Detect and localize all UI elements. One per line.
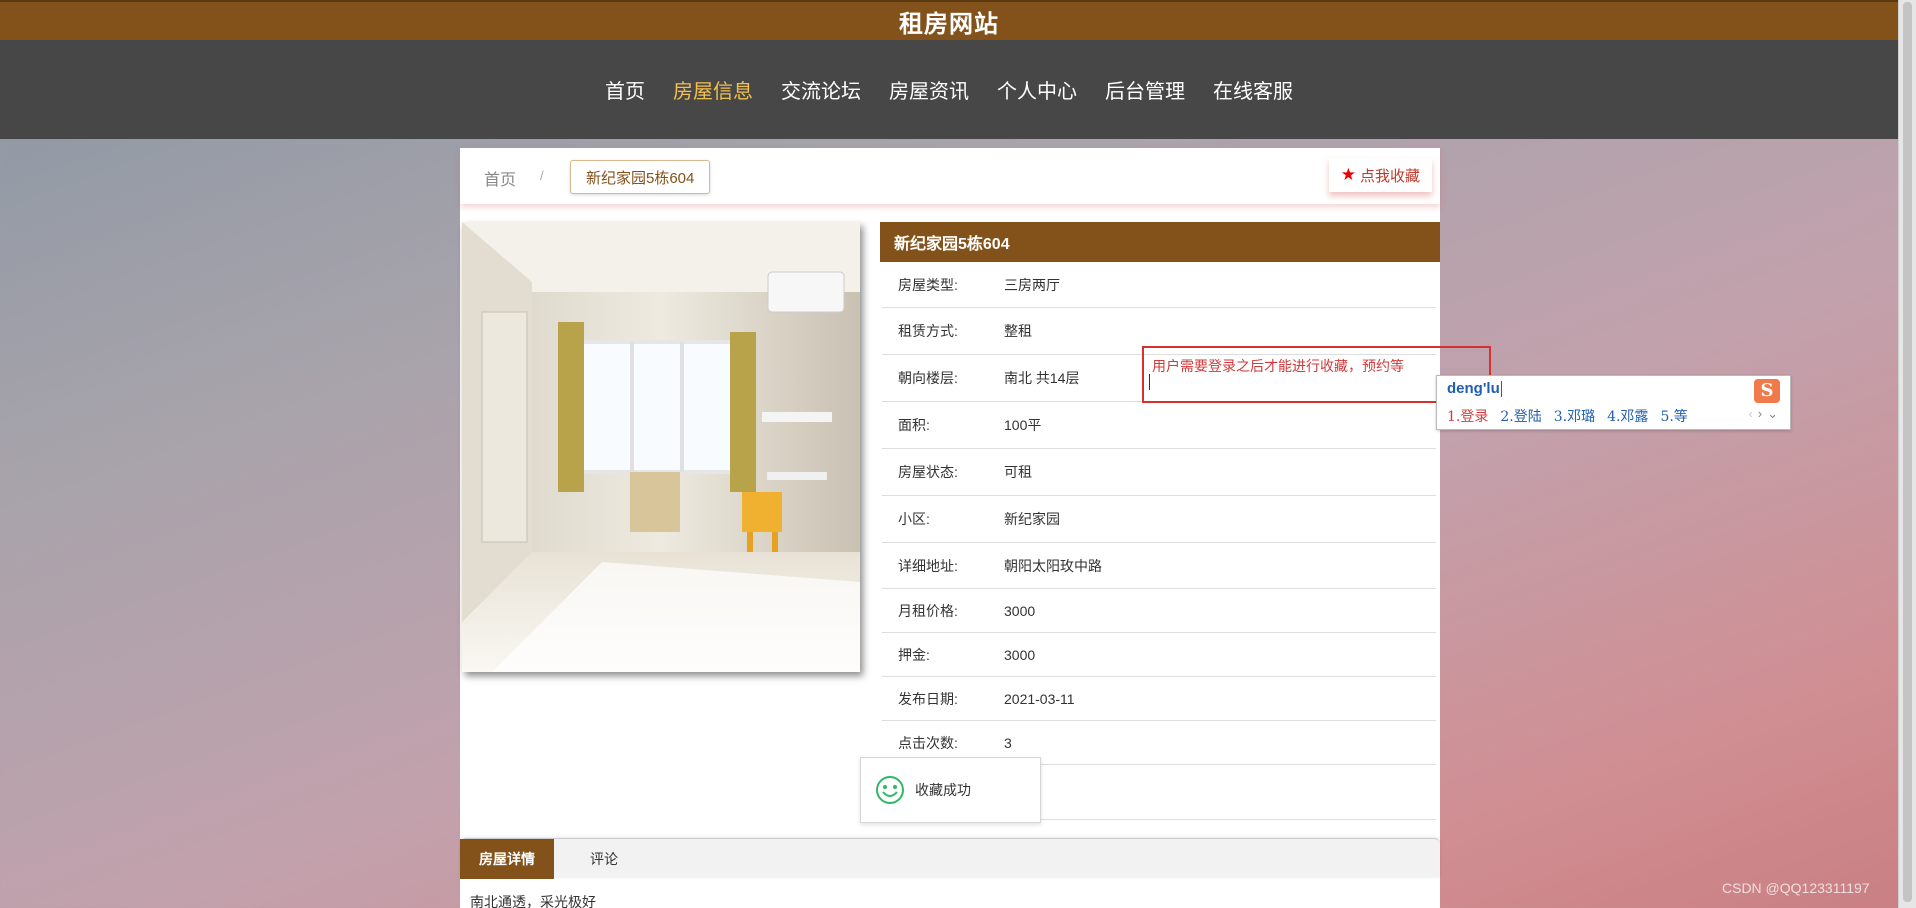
info-value: 三房两厅 <box>1004 276 1060 293</box>
breadcrumb-home[interactable]: 首页 <box>484 166 516 190</box>
info-row-area: 面积: 100平 <box>882 402 1436 449</box>
tab-comments[interactable]: 评论 <box>554 839 654 879</box>
info-value: 新纪家园 <box>1004 511 1060 527</box>
ime-candidate[interactable]: 1.登录 <box>1447 406 1488 426</box>
info-value: 3000 <box>1004 646 1036 663</box>
ime-pinyin-text: deng'lu <box>1447 380 1500 397</box>
ime-page-nav: ‹ › ⌄ <box>1748 406 1778 422</box>
info-row-status: 房屋状态: 可租 <box>882 449 1436 496</box>
breadcrumb-separator: / <box>540 168 544 183</box>
success-toast: 收藏成功 <box>860 757 1041 823</box>
info-label: 点击次数: <box>898 734 958 751</box>
info-label: 押金: <box>898 646 930 663</box>
ime-candidate[interactable]: 3.邓璐 <box>1554 406 1595 426</box>
sogou-logo-icon: S <box>1754 379 1780 403</box>
chevron-down-icon[interactable]: ⌄ <box>1767 406 1778 422</box>
text-caret <box>1149 374 1150 390</box>
ime-caret <box>1500 381 1502 398</box>
smile-icon <box>876 776 904 804</box>
info-row-publish-date: 发布日期: 2021-03-11 <box>882 677 1436 721</box>
site-title: 租房网站 <box>899 10 999 38</box>
nav-personal-center[interactable]: 个人中心 <box>983 75 1091 104</box>
breadcrumb-current: 新纪家园5栋604 <box>570 160 711 194</box>
chevron-left-icon[interactable]: ‹ <box>1748 406 1752 422</box>
star-icon: ★ <box>1340 165 1356 184</box>
nav-news[interactable]: 房屋资讯 <box>875 75 983 104</box>
breadcrumb: 首页 / 新纪家园5栋604 ★ 点我收藏 <box>460 148 1440 204</box>
nav-house-info[interactable]: 房屋信息 <box>659 75 767 104</box>
main-nav: 首页 房屋信息 交流论坛 房屋资讯 个人中心 后台管理 在线客服 <box>0 40 1898 139</box>
info-value: 100平 <box>1004 417 1042 433</box>
info-label: 详细地址: <box>898 557 958 574</box>
favorite-button[interactable]: ★ 点我收藏 <box>1328 158 1432 192</box>
info-label: 朝向楼层: <box>898 370 958 386</box>
info-label: 面积: <box>898 417 930 433</box>
nav-forum[interactable]: 交流论坛 <box>767 75 875 104</box>
tab-house-detail[interactable]: 房屋详情 <box>460 839 554 879</box>
ime-pinyin-input: deng'lu <box>1447 380 1502 398</box>
ime-candidate[interactable]: 5.等 <box>1660 406 1687 426</box>
nav-online-service[interactable]: 在线客服 <box>1199 75 1307 104</box>
scrollbar-thumb[interactable] <box>1903 2 1912 902</box>
info-label: 小区: <box>898 511 930 527</box>
info-label: 发布日期: <box>898 690 958 707</box>
info-row-address: 详细地址: 朝阳太阳玫中路 <box>882 543 1436 589</box>
toast-message: 收藏成功 <box>915 782 971 798</box>
info-label: 租赁方式: <box>898 323 958 339</box>
info-value: 3000 <box>1004 602 1036 619</box>
watermark: CSDN @QQ123311197 <box>1722 880 1870 896</box>
info-row-deposit: 押金: 3000 <box>882 633 1436 677</box>
detail-tabs: 房屋详情 评论 <box>460 838 1440 879</box>
house-detail-text: 南北通透，采光极好 <box>470 894 596 908</box>
chevron-right-icon[interactable]: › <box>1758 406 1762 422</box>
annotation-text: 用户需要登录之后才能进行收藏，预约等 <box>1152 358 1404 374</box>
info-value: 整租 <box>1004 323 1032 339</box>
nav-admin[interactable]: 后台管理 <box>1091 75 1199 104</box>
page-scrollbar[interactable] <box>1898 0 1916 908</box>
info-row-monthly-rent: 月租价格: 3000 <box>882 589 1436 633</box>
ime-candidate[interactable]: 4.邓露 <box>1607 406 1648 426</box>
info-label: 月租价格: <box>898 602 958 619</box>
info-row-type: 房屋类型: 三房两厅 <box>882 262 1436 308</box>
ime-candidates: 1.登录 2.登陆 3.邓璐 4.邓露 5.等 <box>1447 406 1688 426</box>
info-value: 可租 <box>1004 464 1032 480</box>
info-value: 朝阳太阳玫中路 <box>1004 557 1102 574</box>
site-header: 租房网站 <box>0 0 1898 40</box>
ime-candidate[interactable]: 2.登陆 <box>1500 406 1541 426</box>
house-title: 新纪家园5栋604 <box>880 222 1440 262</box>
nav-home[interactable]: 首页 <box>591 75 659 104</box>
info-value: 3 <box>1004 734 1012 751</box>
info-label: 房屋类型: <box>898 276 958 293</box>
house-photo <box>462 222 860 672</box>
room-photo-illustration <box>462 222 860 672</box>
favorite-button-label: 点我收藏 <box>1359 167 1420 185</box>
info-row-community: 小区: 新纪家园 <box>882 496 1436 543</box>
info-value: 2021-03-11 <box>1004 690 1075 707</box>
ime-candidate-window: deng'lu S 1.登录 2.登陆 3.邓璐 4.邓露 5.等 ‹ › ⌄ <box>1436 375 1791 430</box>
info-label: 房屋状态: <box>898 464 958 480</box>
